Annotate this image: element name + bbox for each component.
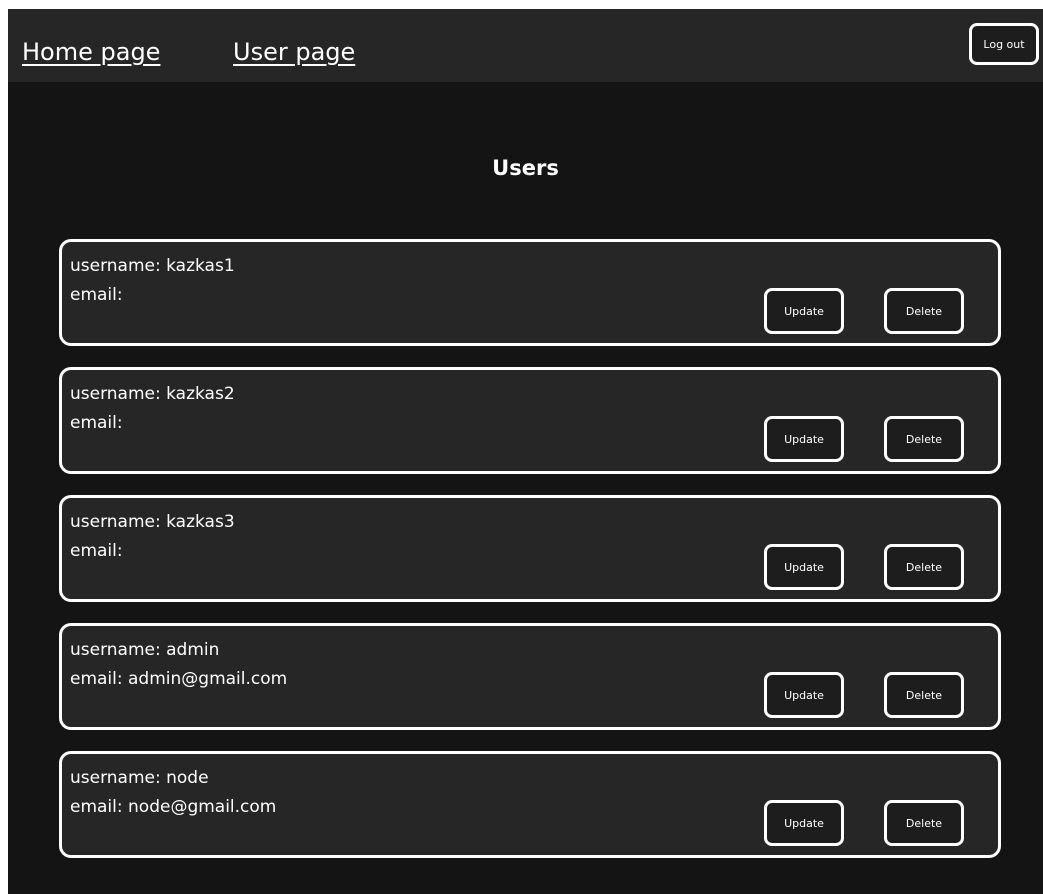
user-card: username: kazkas3 email: Update Delete	[59, 495, 1001, 602]
logout-button[interactable]: Log out	[969, 23, 1039, 65]
user-card: username: admin email: admin@gmail.com U…	[59, 623, 1001, 730]
username-text: username: kazkas1	[70, 256, 235, 276]
app-container: Home page User page Log out Users userna…	[8, 9, 1043, 894]
user-card: username: kazkas1 email: Update Delete	[59, 239, 1001, 346]
username-text: username: node	[70, 768, 209, 788]
update-button[interactable]: Update	[764, 800, 844, 846]
update-button[interactable]: Update	[764, 288, 844, 334]
update-button[interactable]: Update	[764, 544, 844, 590]
delete-button[interactable]: Delete	[884, 672, 964, 718]
email-text: email: admin@gmail.com	[70, 669, 288, 689]
email-text: email: node@gmail.com	[70, 797, 277, 817]
user-card: username: kazkas2 email: Update Delete	[59, 367, 1001, 474]
email-text: email:	[70, 541, 123, 561]
email-text: email:	[70, 285, 123, 305]
username-text: username: admin	[70, 640, 220, 660]
update-button[interactable]: Update	[764, 672, 844, 718]
home-page-link[interactable]: Home page	[22, 38, 160, 66]
delete-button[interactable]: Delete	[884, 800, 964, 846]
user-card: username: node email: node@gmail.com Upd…	[59, 751, 1001, 858]
page-title: Users	[492, 156, 559, 180]
email-text: email:	[70, 413, 123, 433]
delete-button[interactable]: Delete	[884, 288, 964, 334]
navbar: Home page User page Log out	[8, 9, 1043, 82]
username-text: username: kazkas3	[70, 512, 235, 532]
update-button[interactable]: Update	[764, 416, 844, 462]
username-text: username: kazkas2	[70, 384, 235, 404]
user-page-link[interactable]: User page	[233, 38, 355, 66]
delete-button[interactable]: Delete	[884, 416, 964, 462]
delete-button[interactable]: Delete	[884, 544, 964, 590]
